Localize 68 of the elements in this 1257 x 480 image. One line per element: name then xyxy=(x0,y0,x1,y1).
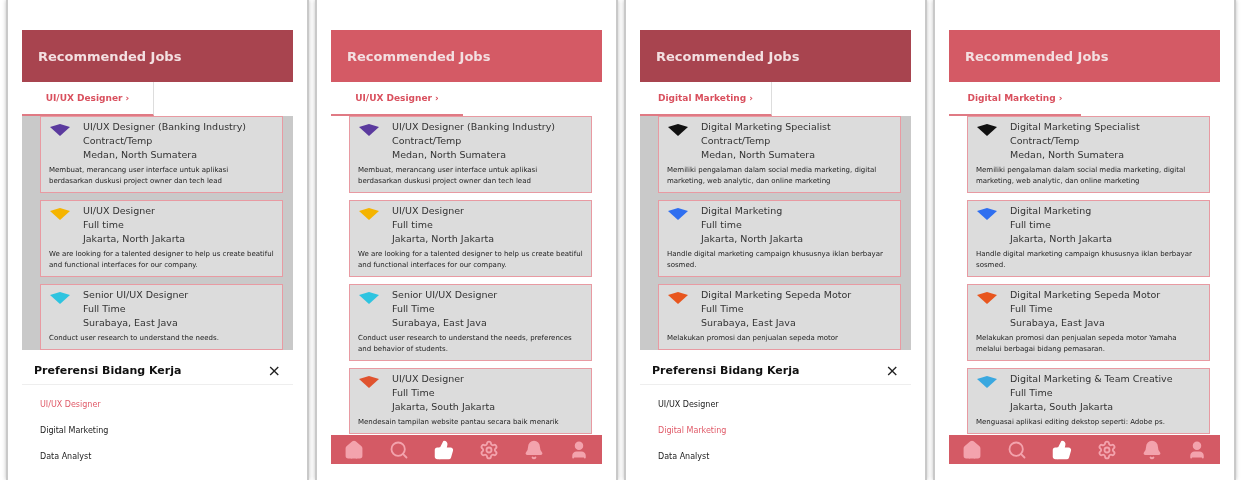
job-location: Surabaya, East Java xyxy=(1010,316,1106,330)
job-title: UI/UX Designer (Banking Industry) xyxy=(392,120,556,134)
job-title: Digital Marketing Sepeda Motor xyxy=(1010,288,1161,302)
category-tab[interactable]: UI/UX Designer › xyxy=(22,82,154,116)
preference-option[interactable]: Digital Marketing xyxy=(658,417,727,443)
job-title: Digital Marketing xyxy=(1010,204,1093,218)
job-type: Full Time xyxy=(83,302,127,316)
job-title: Digital Marketing & Team Creative xyxy=(1010,372,1173,386)
category-tab[interactable]: Digital Marketing › xyxy=(640,82,772,116)
job-location: Jakarta, South Jakarta xyxy=(1010,400,1115,414)
job-location: Jakarta, South Jakarta xyxy=(392,400,496,414)
job-type: Full time xyxy=(83,218,125,232)
job-title: Digital Marketing Specialist xyxy=(701,120,831,134)
job-type: Contract/Temp xyxy=(83,134,154,148)
settings-icon[interactable] xyxy=(479,439,500,460)
job-location: Medan, North Sumatera xyxy=(1010,148,1125,162)
job-type: Full Time xyxy=(1010,386,1054,400)
search-icon[interactable] xyxy=(1006,439,1027,460)
home-icon[interactable] xyxy=(343,439,364,460)
job-type: Full Time xyxy=(1010,302,1054,316)
preference-option[interactable]: Data Analyst xyxy=(40,443,92,469)
thumbs-up-icon[interactable] xyxy=(433,439,454,460)
job-location: Surabaya, East Java xyxy=(701,316,797,330)
job-location: Medan, North Sumatera xyxy=(392,148,507,162)
job-title: UI/UX Designer xyxy=(392,204,465,218)
job-location: Medan, North Sumatera xyxy=(701,148,816,162)
job-location: Jakarta, North Jakarta xyxy=(1010,232,1113,246)
sheet-title: Preferensi Bidang Kerja xyxy=(34,363,182,377)
job-location: Surabaya, East Java xyxy=(392,316,488,330)
job-type: Full time xyxy=(1010,218,1052,232)
job-location: Medan, North Sumatera xyxy=(83,148,198,162)
thumbs-up-icon[interactable] xyxy=(1051,439,1072,460)
header-title: Recommended Jobs xyxy=(965,48,1109,64)
job-type: Full time xyxy=(392,218,434,232)
preference-option[interactable]: UI/UX Designer xyxy=(658,391,719,417)
job-title: UI/UX Designer xyxy=(392,372,465,386)
job-type: Contract/Temp xyxy=(701,134,772,148)
close-button[interactable]: × xyxy=(267,360,281,380)
preference-option[interactable]: UI/UX Designer xyxy=(40,391,101,417)
job-type: Full time xyxy=(701,218,743,232)
sheet-title: Preferensi Bidang Kerja xyxy=(652,363,800,377)
job-title: Senior UI/UX Designer xyxy=(392,288,498,302)
job-title: Senior UI/UX Designer xyxy=(83,288,189,302)
header-title: Recommended Jobs xyxy=(38,48,182,64)
close-button[interactable]: × xyxy=(885,360,899,380)
home-icon[interactable] xyxy=(961,439,982,460)
settings-icon[interactable] xyxy=(1097,439,1118,460)
job-type: Full Time xyxy=(701,302,745,316)
job-title: UI/UX Designer xyxy=(83,204,156,218)
bell-icon[interactable] xyxy=(524,439,545,460)
job-title: UI/UX Designer (Banking Industry) xyxy=(83,120,247,134)
job-location: Surabaya, East Java xyxy=(83,316,179,330)
job-type: Full Time xyxy=(392,302,436,316)
preference-option[interactable]: Digital Marketing xyxy=(40,417,109,443)
job-type: Contract/Temp xyxy=(392,134,463,148)
search-icon[interactable] xyxy=(388,439,409,460)
job-type: Contract/Temp xyxy=(1010,134,1081,148)
header-title: Recommended Jobs xyxy=(656,48,800,64)
job-type: Full Time xyxy=(392,386,436,400)
job-location: Jakarta, North Jakarta xyxy=(392,232,495,246)
preference-option[interactable]: Data Analyst xyxy=(658,443,710,469)
job-title: Digital Marketing Specialist xyxy=(1010,120,1140,134)
header-title: Recommended Jobs xyxy=(347,48,491,64)
job-location: Jakarta, North Jakarta xyxy=(83,232,186,246)
job-title: Digital Marketing xyxy=(701,204,784,218)
job-location: Jakarta, North Jakarta xyxy=(701,232,804,246)
bell-icon[interactable] xyxy=(1142,439,1163,460)
job-title: Digital Marketing Sepeda Motor xyxy=(701,288,852,302)
